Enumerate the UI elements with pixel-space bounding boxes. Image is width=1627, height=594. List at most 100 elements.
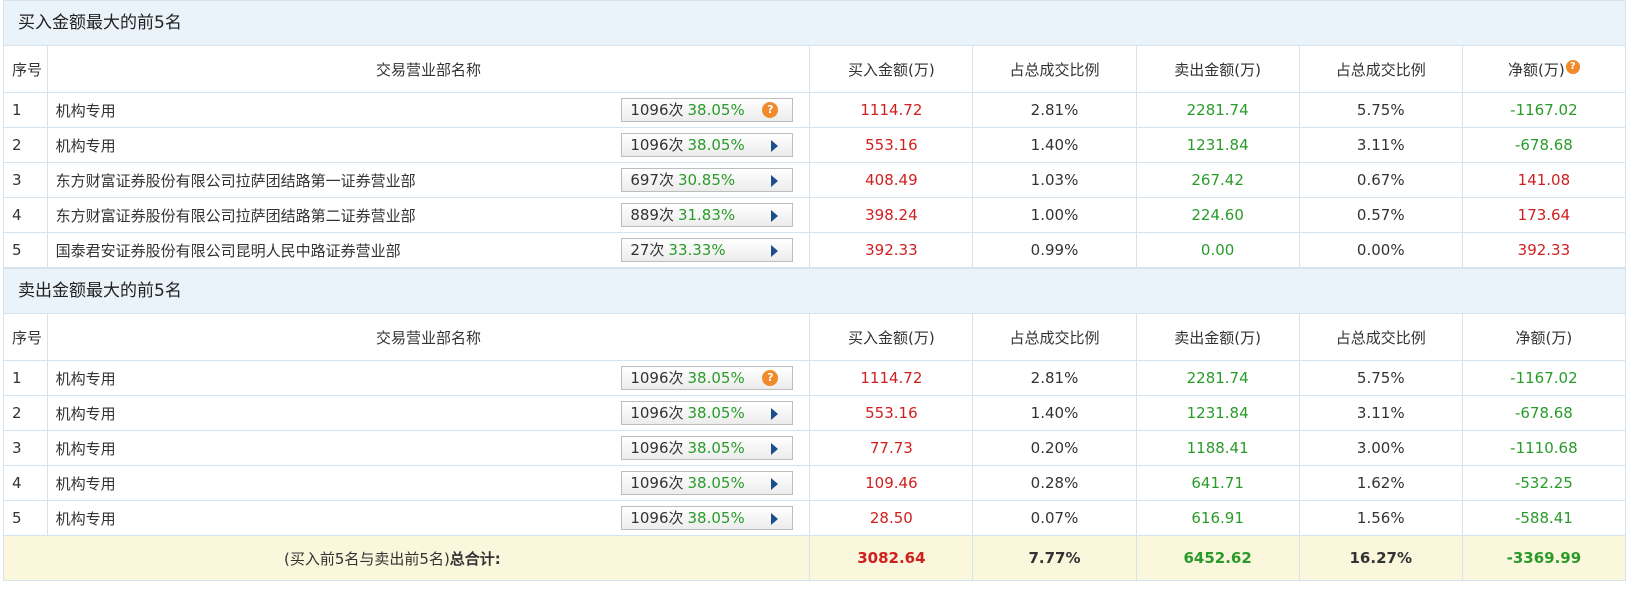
row-index: 5 (3, 232, 48, 268)
branch-stats-badge[interactable]: 1096次 38.05% (621, 436, 794, 460)
expand-arrow-icon[interactable] (771, 408, 779, 420)
list-count: 889次 (630, 206, 674, 224)
total-sell-ratio: 16.27% (1298, 535, 1463, 581)
branch-cell: 东方财富证券股份有限公司拉萨团结路第一证券营业部 697次 30.85% (46, 162, 811, 198)
expand-arrow-icon[interactable] (771, 478, 779, 490)
list-count: 1096次 (630, 101, 684, 119)
branch-name[interactable]: 东方财富证券股份有限公司拉萨团结路第一证券营业部 (56, 170, 416, 191)
branch-stats-badge[interactable]: 1096次 38.05% (621, 506, 794, 530)
net-amount: -1167.02 (1461, 92, 1627, 128)
branch-name[interactable]: 东方财富证券股份有限公司拉萨团结路第二证券营业部 (56, 205, 416, 226)
sell-amount: 2281.74 (1135, 360, 1300, 396)
total-buy-amount: 3082.64 (809, 535, 974, 581)
col-buy-amount: 买入金额(万) (809, 45, 974, 93)
buy-table-body: 1 机构专用 1096次 38.05%? 1114.72 2.81% 2281.74 5.75… (3, 92, 1627, 268)
buy-amount: 398.24 (809, 197, 974, 233)
total-net-amount: -3369.99 (1461, 535, 1627, 581)
col-buy-amount: 买入金额(万) (809, 313, 974, 361)
help-icon[interactable]: ? (762, 370, 779, 386)
sell-ratio: 3.00% (1298, 430, 1463, 466)
table-row: 3 东方财富证券股份有限公司拉萨团结路第一证券营业部 697次 30.85% 408.4… (3, 162, 1627, 198)
branch-stats-badge[interactable]: 697次 30.85% (621, 168, 794, 192)
sell-table: 序号 交易营业部名称 买入金额(万) 占总成交比例 卖出金额(万) 占总成交比例… (2, 313, 1627, 581)
list-count: 1096次 (630, 136, 684, 154)
expand-arrow-icon[interactable] (771, 175, 779, 187)
branch-stats-badge[interactable]: 1096次 38.05% (621, 133, 794, 157)
branch-cell: 机构专用 1096次 38.05% (46, 127, 811, 163)
branch-name[interactable]: 机构专用 (56, 473, 116, 494)
net-amount: 173.64 (1461, 197, 1627, 233)
row-index: 4 (3, 465, 48, 501)
branch-cell: 机构专用 1096次 38.05%? (46, 360, 811, 396)
list-count: 1096次 (630, 474, 684, 492)
buy-table: 序号 交易营业部名称 买入金额(万) 占总成交比例 卖出金额(万) 占总成交比例… (3, 45, 1627, 268)
expand-arrow-icon[interactable] (771, 513, 779, 525)
branch-stats-badge[interactable]: 1096次 38.05%? (621, 366, 794, 390)
success-rate: 33.33% (668, 241, 726, 259)
buy-ratio: 1.40% (972, 127, 1137, 163)
branch-name[interactable]: 机构专用 (56, 403, 116, 424)
branch-stats-badge[interactable]: 1096次 38.05% (621, 471, 794, 495)
branch-name[interactable]: 机构专用 (56, 100, 116, 121)
list-count: 1096次 (630, 369, 684, 387)
row-index: 1 (3, 360, 48, 396)
success-rate: 38.05% (687, 136, 745, 154)
sell-ratio: 0.57% (1298, 197, 1463, 233)
branch-name[interactable]: 机构专用 (56, 368, 116, 389)
dragon-tiger-list: 买入金额最大的前5名 序号 交易营业部名称 买入金额(万) 占总成交比例 卖出金… (2, 0, 1627, 581)
branch-name[interactable]: 机构专用 (56, 508, 116, 529)
buy-ratio: 2.81% (972, 360, 1137, 396)
branch-cell: 机构专用 1096次 38.05% (46, 430, 811, 466)
expand-arrow-icon[interactable] (771, 210, 779, 222)
buy-table-header: 序号 交易营业部名称 买入金额(万) 占总成交比例 卖出金额(万) 占总成交比例… (3, 45, 1627, 93)
branch-stats-badge[interactable]: 889次 31.83% (621, 203, 794, 227)
sell-ratio: 0.00% (1298, 232, 1463, 268)
col-branch-name: 交易营业部名称 (46, 45, 811, 93)
buy-section-title: 买入金额最大的前5名 (3, 0, 1626, 45)
table-row: 1 机构专用 1096次 38.05%? 1114.72 2.81% 2281.74 5.75… (3, 360, 1627, 396)
expand-arrow-icon[interactable] (771, 140, 779, 152)
branch-name[interactable]: 国泰君安证券股份有限公司昆明人民中路证券营业部 (56, 240, 401, 261)
sell-section-title: 卖出金额最大的前5名 (3, 268, 1626, 313)
buy-amount: 553.16 (809, 395, 974, 431)
col-sell-amount: 卖出金额(万) (1135, 45, 1300, 93)
buy-amount: 1114.72 (809, 360, 974, 396)
net-amount: -588.41 (1461, 500, 1627, 536)
branch-name[interactable]: 机构专用 (56, 135, 116, 156)
col-branch-name: 交易营业部名称 (46, 313, 811, 361)
success-rate: 31.83% (677, 206, 736, 224)
expand-arrow-icon[interactable] (771, 443, 779, 455)
branch-cell: 国泰君安证券股份有限公司昆明人民中路证券营业部 27次 33.33% (46, 232, 811, 268)
branch-name[interactable]: 机构专用 (56, 438, 116, 459)
success-rate: 38.05% (687, 439, 745, 457)
net-amount: -1167.02 (1461, 360, 1627, 396)
branch-stats-badge[interactable]: 27次 33.33% (621, 238, 794, 262)
help-icon[interactable]: ? (1565, 59, 1580, 74)
branch-stats-badge[interactable]: 1096次 38.05%? (621, 98, 794, 122)
branch-stats-badge[interactable]: 1096次 38.05% (621, 401, 794, 425)
buy-amount: 28.50 (809, 500, 974, 536)
buy-ratio: 2.81% (972, 92, 1137, 128)
sell-ratio: 1.62% (1298, 465, 1463, 501)
table-row: 2 机构专用 1096次 38.05% 553.16 1.40% 1231.84 3.11% -… (3, 395, 1627, 431)
branch-cell: 机构专用 1096次 38.05% (46, 395, 811, 431)
expand-arrow-icon[interactable] (771, 245, 779, 257)
sell-amount: 616.91 (1135, 500, 1300, 536)
buy-amount: 77.73 (809, 430, 974, 466)
row-index: 3 (3, 430, 48, 466)
total-row: (买入前5名与卖出前5名)总合计: 3082.64 7.77% 6452.62 … (2, 535, 1627, 581)
success-rate: 38.05% (687, 404, 745, 422)
col-sell-ratio: 占总成交比例 (1298, 45, 1463, 93)
row-index: 4 (3, 197, 48, 233)
branch-cell: 东方财富证券股份有限公司拉萨团结路第二证券营业部 889次 31.83% (46, 197, 811, 233)
sell-amount: 224.60 (1135, 197, 1300, 233)
list-count: 1096次 (630, 509, 684, 527)
col-index: 序号 (3, 45, 48, 93)
buy-amount: 1114.72 (809, 92, 974, 128)
col-sell-amount: 卖出金额(万) (1135, 313, 1300, 361)
sell-ratio: 5.75% (1298, 92, 1463, 128)
sell-table-body: 1 机构专用 1096次 38.05%? 1114.72 2.81% 2281.74 5.75… (3, 360, 1627, 536)
row-index: 1 (3, 92, 48, 128)
help-icon[interactable]: ? (762, 102, 779, 118)
branch-cell: 机构专用 1096次 38.05%? (46, 92, 811, 128)
